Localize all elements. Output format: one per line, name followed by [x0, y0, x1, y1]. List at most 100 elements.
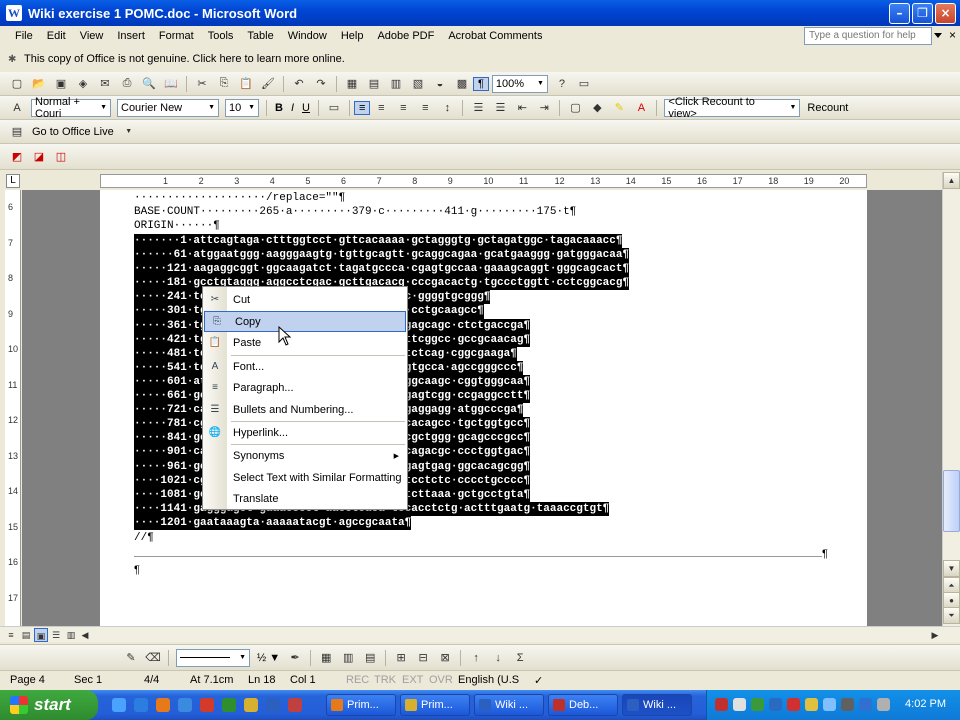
decrease-indent-icon[interactable]: ⇤: [513, 99, 531, 117]
bold-button[interactable]: B: [271, 102, 287, 114]
columns-icon[interactable]: ▧: [409, 75, 427, 93]
next-page-icon[interactable]: ⏷: [943, 607, 960, 624]
menu-file[interactable]: File: [8, 30, 40, 42]
redo-icon[interactable]: ↷: [312, 75, 330, 93]
help-search-input[interactable]: Type a question for help: [804, 27, 932, 45]
sequence-line[interactable]: ·······1·attcagtaga·ctttggtcct·gttcacaaa…: [134, 234, 623, 249]
save-icon[interactable]: ▣: [52, 75, 70, 93]
quicklaunch-app5-icon[interactable]: [288, 698, 302, 712]
undo-icon[interactable]: ↶: [290, 75, 308, 93]
menu-tools[interactable]: Tools: [201, 30, 241, 42]
word-app-icon[interactable]: W: [6, 5, 22, 21]
context-menu-translate[interactable]: Translate: [203, 488, 407, 509]
research-icon[interactable]: 📖: [162, 75, 180, 93]
email-icon[interactable]: ✉: [96, 75, 114, 93]
sort-ascending-icon[interactable]: ↑: [467, 649, 485, 667]
cut-toolbar-icon[interactable]: ✂: [193, 75, 211, 93]
context-menu-bullets[interactable]: ☰ Bullets and Numbering...: [203, 399, 407, 420]
quicklaunch-app-icon[interactable]: [200, 698, 214, 712]
convert-to-pdf-icon[interactable]: ◩: [8, 148, 26, 166]
quicklaunch-desktop-icon[interactable]: [134, 698, 148, 712]
web-layout-icon[interactable]: ▤: [19, 628, 33, 642]
end-marker-line[interactable]: //¶: [134, 532, 154, 544]
justify-icon[interactable]: ≡: [416, 99, 434, 117]
tray-icon[interactable]: [733, 698, 746, 711]
status-ovr[interactable]: OVR: [429, 674, 453, 686]
replace-line[interactable]: ····················/replace=""¶: [134, 192, 345, 204]
menu-table[interactable]: Table: [240, 30, 280, 42]
scroll-down-icon[interactable]: ▼: [943, 560, 960, 577]
font-size-dropdown[interactable]: 10 ▼: [225, 98, 259, 117]
paste-toolbar-icon[interactable]: 📋: [237, 75, 255, 93]
tray-icon[interactable]: [841, 698, 854, 711]
italic-button[interactable]: I: [287, 102, 298, 114]
styles-icon[interactable]: A: [8, 99, 26, 117]
scroll-up-icon[interactable]: ▲: [943, 172, 960, 189]
zoom-dropdown[interactable]: 100% ▼: [491, 74, 548, 93]
tray-icon[interactable]: [823, 698, 836, 711]
quicklaunch-app2-icon[interactable]: [222, 698, 236, 712]
align-center-icon[interactable]: ≡: [372, 99, 390, 117]
tab-selector[interactable]: L: [6, 174, 20, 188]
context-menu-paragraph[interactable]: ≡ Paragraph...: [203, 377, 407, 398]
base-count-line[interactable]: BASE·COUNT·········265·a·········379·c··…: [134, 206, 576, 218]
merge-cells-icon[interactable]: ▥: [339, 649, 357, 667]
sequence-line[interactable]: ·····121·aagaggcggt·ggcaagatct·tagatgccc…: [134, 262, 630, 277]
sort-descending-icon[interactable]: ↓: [489, 649, 507, 667]
new-document-icon[interactable]: ▢: [8, 75, 26, 93]
word-count-dropdown[interactable]: <Click Recount to view> ▼: [664, 96, 801, 120]
status-ext[interactable]: EXT: [402, 674, 423, 686]
genuine-notice-text[interactable]: This copy of Office is not genuine. Clic…: [24, 53, 345, 65]
sequence-line[interactable]: ······61·atggaatggg·aagggaagtg·tgttgcagt…: [134, 248, 630, 263]
menu-acrobat-comments[interactable]: Acrobat Comments: [441, 30, 549, 42]
show-hide-formatting-button[interactable]: ¶: [473, 76, 489, 91]
help-icon[interactable]: ?: [553, 75, 571, 93]
document-close-icon[interactable]: ×: [949, 28, 956, 42]
menu-adobe-pdf[interactable]: Adobe PDF: [370, 30, 441, 42]
clock[interactable]: 4:02 PM: [905, 698, 946, 710]
line-spacing-icon[interactable]: ↕: [438, 99, 456, 117]
scroll-left-icon[interactable]: ◀: [78, 628, 92, 642]
volume-icon[interactable]: [877, 698, 890, 711]
menu-insert[interactable]: Insert: [110, 30, 152, 42]
border-color-icon[interactable]: ✒: [286, 649, 304, 667]
quicklaunch-ie-icon[interactable]: [112, 698, 126, 712]
tray-icon[interactable]: [715, 698, 728, 711]
context-menu-hyperlink[interactable]: 🌐 Hyperlink...: [203, 422, 407, 443]
align-left-button[interactable]: ≡: [353, 100, 371, 115]
format-painter-icon[interactable]: 🖌: [259, 75, 277, 93]
line-style-dropdown[interactable]: ▼: [176, 648, 250, 667]
border-icon[interactable]: ▢: [566, 99, 584, 117]
style-dropdown[interactable]: Normal + Couri ▼: [31, 96, 111, 120]
open-icon[interactable]: 📂: [30, 75, 48, 93]
pdf-email-icon[interactable]: ◪: [30, 148, 48, 166]
taskbar-button-prim-2[interactable]: Prim...: [400, 694, 470, 716]
document-map-icon[interactable]: ▩: [453, 75, 471, 93]
menu-help[interactable]: Help: [334, 30, 371, 42]
origin-line[interactable]: ORIGIN······¶: [134, 220, 220, 232]
vertical-ruler[interactable]: 6 7 8 9 10 11 12 13 14 15 16 17: [5, 190, 21, 626]
line-weight-dropdown[interactable]: ½ ▼: [253, 652, 284, 664]
chevron-down-icon[interactable]: ▼: [120, 123, 138, 141]
font-dropdown[interactable]: Courier New ▼: [117, 98, 219, 117]
close-button[interactable]: ×: [935, 3, 956, 24]
context-menu-copy[interactable]: ⎘ Copy: [204, 311, 406, 332]
styles-formatting-icon[interactable]: ▭: [325, 99, 343, 117]
menu-window[interactable]: Window: [281, 30, 334, 42]
normal-view-icon[interactable]: ≡: [4, 628, 18, 642]
go-to-office-live-button[interactable]: Go to Office Live: [28, 126, 118, 138]
minimize-button[interactable]: –: [889, 3, 910, 24]
restore-button[interactable]: ❐: [912, 3, 933, 24]
increase-indent-icon[interactable]: ⇥: [535, 99, 553, 117]
align-right-icon[interactable]: ≡: [394, 99, 412, 117]
insert-table-icon[interactable]: ▦: [343, 75, 361, 93]
sequence-line[interactable]: ····1201·gaataaagta·aaaaatacgt·agccgcaat…: [134, 515, 412, 530]
table-borders-icon[interactable]: ▦: [317, 649, 335, 667]
taskbar-button-deb[interactable]: Deb...: [548, 694, 618, 716]
outline-view-icon[interactable]: ☰: [49, 628, 63, 642]
bullets-toolbar-icon[interactable]: ☰: [491, 99, 509, 117]
help-dropdown-icon[interactable]: [934, 33, 942, 38]
spelling-status-icon[interactable]: ✓: [534, 674, 543, 687]
vertical-scrollbar[interactable]: ▲ ▼ ⏶ ● ⏷: [942, 172, 960, 626]
start-button[interactable]: start: [0, 690, 98, 720]
